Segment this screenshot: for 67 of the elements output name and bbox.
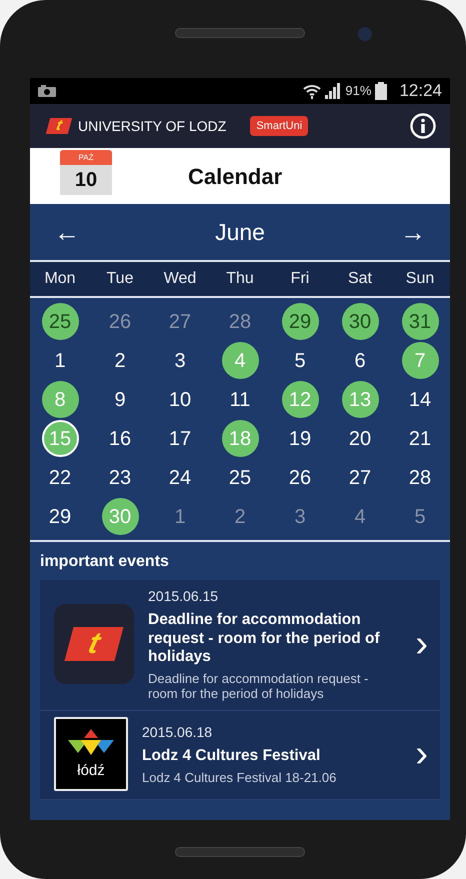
event-title: Deadline for accommodation request - room for the period of holidays <box>148 611 381 667</box>
calendar-day[interactable]: 26 <box>282 459 318 496</box>
calendar-day[interactable]: 28 <box>222 303 258 340</box>
calendar-day[interactable]: 10 <box>162 381 198 418</box>
calendar-day[interactable]: 2 <box>102 342 138 379</box>
battery-icon <box>375 82 388 100</box>
event-title: Lodz 4 Cultures Festival <box>142 747 322 766</box>
calendar-day[interactable]: 1 <box>42 342 78 379</box>
calendar-day[interactable]: 23 <box>102 459 138 496</box>
camera-icon <box>38 85 56 97</box>
calendar-day[interactable]: 27 <box>162 303 198 340</box>
weekday-label: Wed <box>162 269 198 289</box>
calendar-day[interactable]: 25 <box>222 459 258 496</box>
month-name: June <box>215 218 265 247</box>
info-icon[interactable] <box>410 113 436 139</box>
calendar-day[interactable]: 5 <box>402 498 438 535</box>
calendar-day[interactable]: 14 <box>402 381 438 418</box>
next-month-button[interactable]: → <box>396 219 430 245</box>
event-date: 2015.06.18 <box>142 723 214 742</box>
previous-month-button[interactable]: ← <box>50 219 84 245</box>
calendar-day[interactable]: 17 <box>162 420 198 457</box>
calendar-day[interactable]: 4 <box>342 498 378 535</box>
weekday-label: Sun <box>404 269 436 289</box>
app-logo-icon: t <box>54 604 134 684</box>
calendar-day[interactable]: 21 <box>402 420 438 457</box>
calendar-day[interactable]: 19 <box>282 420 318 457</box>
calendar-day[interactable]: 3 <box>282 498 318 535</box>
app-badge: SmartUni <box>250 116 308 136</box>
weekday-label: Fri <box>290 269 310 289</box>
battery-percent: 91% <box>345 82 372 100</box>
event-description: Lodz 4 Cultures Festival 18-21.06 <box>142 770 338 786</box>
event-item[interactable]: łódź 2015.06.18 Lodz 4 Cultures Festival Lodz 4 Cultures Festival 18-21.06 › <box>40 710 440 800</box>
calendar-day[interactable]: 27 <box>342 459 378 496</box>
calendar-day[interactable]: 3 <box>162 342 198 379</box>
event-day[interactable]: 29 <box>282 303 318 340</box>
calendar-day[interactable]: 20 <box>342 420 378 457</box>
signal-icon <box>325 83 342 99</box>
page-title: Calendar <box>188 162 282 190</box>
calendar-day[interactable]: 28 <box>402 459 438 496</box>
weekday-label: Thu <box>225 269 255 289</box>
weekday-label: Mon <box>43 269 77 289</box>
wifi-icon <box>303 83 322 99</box>
event-day[interactable]: 30 <box>342 303 378 340</box>
event-date: 2015.06.15 <box>148 587 220 606</box>
section-heading: important events <box>39 552 170 572</box>
event-item[interactable]: t 2015.06.15 Deadline for accommodation request - room for the period of holidays Deadline for accommodation request - room for the period of holidays › <box>40 580 440 711</box>
weekday-label: Tue <box>106 269 134 289</box>
clock: 12:24 <box>399 80 442 102</box>
calendar-day[interactable]: 16 <box>102 420 138 457</box>
event-description: Deadline for accommodation request - room for the period of holidays <box>148 670 370 702</box>
university-name: UNIVERSITY OF LODZ <box>78 116 226 136</box>
festival-logo-icon: łódź <box>54 716 128 791</box>
weekday-label: Sat <box>346 269 373 289</box>
calendar-day[interactable]: 5 <box>282 342 318 379</box>
event-day[interactable]: 31 <box>402 303 438 340</box>
calendar-day[interactable]: 2 <box>222 498 258 535</box>
calendar-day[interactable]: 22 <box>42 459 78 496</box>
camera-lens <box>358 27 372 41</box>
calendar-day[interactable]: 6 <box>342 342 378 379</box>
calendar-day[interactable]: 9 <box>102 381 138 418</box>
logo-icon: t <box>46 118 72 134</box>
calendar-day[interactable]: 26 <box>102 303 138 340</box>
event-day[interactable]: 25 <box>42 303 78 340</box>
calendar-day[interactable]: 1 <box>162 498 198 535</box>
calendar-day[interactable]: 11 <box>222 381 258 418</box>
calendar-day[interactable]: 29 <box>42 498 78 535</box>
calendar-day[interactable]: 24 <box>162 459 198 496</box>
